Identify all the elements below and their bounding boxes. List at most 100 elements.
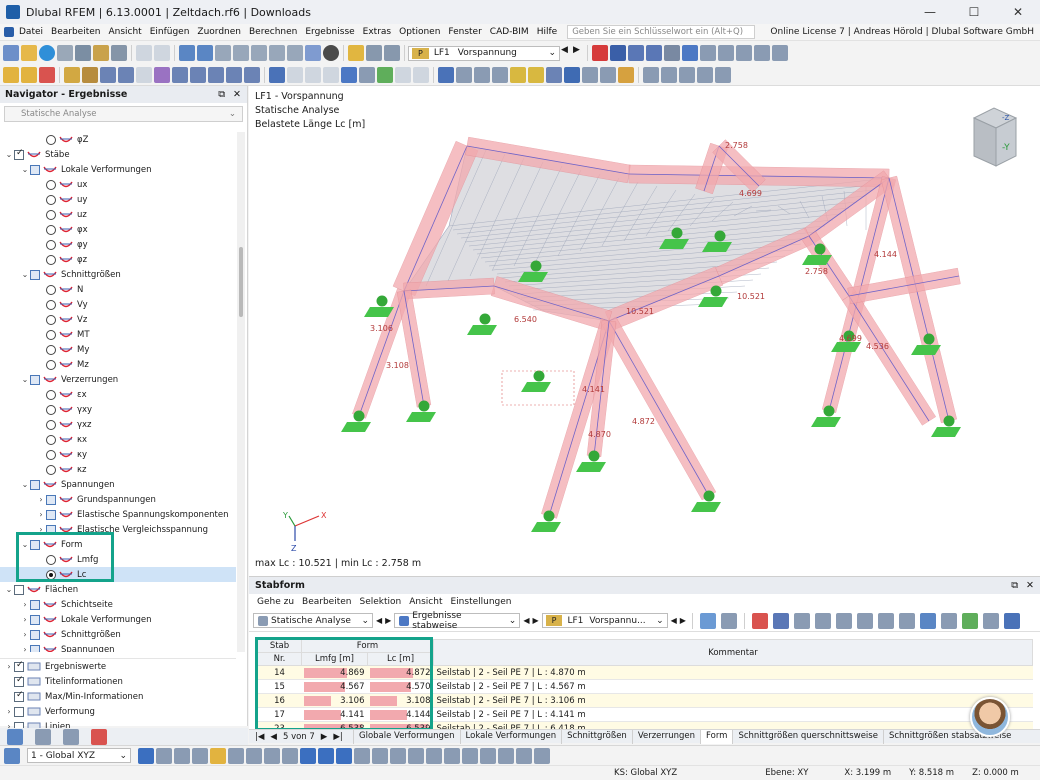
checkbox[interactable]	[30, 269, 40, 280]
tree-node-y[interactable]: κy	[0, 447, 236, 462]
calc-icon[interactable]	[251, 45, 267, 61]
snap16-icon[interactable]	[408, 747, 424, 764]
node-icon[interactable]	[21, 66, 37, 83]
snap19-icon[interactable]	[462, 747, 478, 764]
tree-node-schnittgro-en[interactable]: ⌄ Schnittgrößen	[0, 267, 236, 282]
expand-icon[interactable]: ›	[36, 495, 46, 504]
show-results-icon[interactable]	[610, 45, 626, 61]
snap21-icon[interactable]	[498, 747, 514, 764]
render3-icon[interactable]	[582, 66, 598, 83]
menu-ergebnisse[interactable]: Ergebnisse	[301, 27, 358, 37]
sort3-icon[interactable]	[856, 612, 873, 629]
cloud-icon[interactable]	[39, 45, 55, 61]
snap15-icon[interactable]	[390, 747, 406, 764]
tree-node-xz[interactable]: γxz	[0, 417, 236, 432]
snap18-icon[interactable]	[444, 747, 460, 764]
tree-node-lokale-verformungen[interactable]: ⌄ Lokale Verformungen	[0, 162, 236, 177]
radio-button[interactable]	[46, 209, 56, 220]
next-icon[interactable]: ▶	[680, 616, 686, 625]
tab-globale-verformungen[interactable]: Globale Verformungen	[353, 729, 460, 744]
radio-button[interactable]	[46, 254, 56, 265]
results-menu-ansicht[interactable]: Ansicht	[405, 597, 446, 607]
tree-node-grundspannungen[interactable]: › Grundspannungen	[0, 492, 236, 507]
display6-icon[interactable]	[772, 45, 788, 61]
values2-icon[interactable]	[646, 45, 662, 61]
prev-icon[interactable]: ◀	[523, 616, 529, 625]
maximize-button[interactable]: ☐	[952, 0, 996, 24]
snap20-icon[interactable]	[480, 747, 496, 764]
grid-icon[interactable]	[269, 45, 285, 61]
move-tool-icon[interactable]	[244, 66, 260, 83]
scale3-icon[interactable]	[492, 66, 508, 83]
copy-tool-icon[interactable]	[226, 66, 242, 83]
tree-node-x[interactable]: φx	[0, 222, 236, 237]
menu-fenster[interactable]: Fenster	[444, 27, 485, 37]
tree-node-lokale-verformungen[interactable]: › Lokale Verformungen	[0, 612, 236, 627]
jump-icon[interactable]	[720, 612, 737, 629]
expand-icon[interactable]: ⌄	[20, 270, 30, 279]
tree-node-fla-chen[interactable]: ⌄ Flächen	[0, 582, 236, 597]
navigator-analysis-combo[interactable]: Statische Analyse ⌄	[4, 106, 243, 122]
checkbox[interactable]	[14, 675, 24, 687]
menu-einfuegen[interactable]: Einfügen	[146, 27, 194, 37]
coordinate-system-combo[interactable]: 1 - Global XYZ ⌄	[27, 748, 131, 763]
redo-icon[interactable]	[154, 45, 170, 61]
tree-node-vz[interactable]: Vz	[0, 312, 236, 327]
tree-node-my[interactable]: My	[0, 342, 236, 357]
result-mode-combo[interactable]: Ergebnisse stabweise ⌄	[394, 611, 521, 631]
chart-icon[interactable]	[877, 612, 894, 629]
menu-berechnen[interactable]: Berechnen	[245, 27, 301, 37]
tab-schnittgro-en[interactable]: Schnittgrößen	[561, 729, 632, 744]
radio-button[interactable]	[46, 284, 56, 295]
select-in-view-icon[interactable]	[699, 612, 716, 629]
snap14-icon[interactable]	[372, 747, 388, 764]
line-view2-icon[interactable]	[413, 66, 429, 83]
assistant-avatar[interactable]	[970, 697, 1010, 737]
table-view-icon[interactable]	[643, 66, 659, 83]
results-loadcase-combo[interactable]: P LF1 Vorspannu... ⌄	[541, 613, 668, 628]
checkbox[interactable]	[30, 164, 40, 175]
results-menu-einstellungen[interactable]: Einstellungen	[446, 597, 515, 607]
clip3-icon[interactable]	[323, 66, 339, 83]
checkbox[interactable]	[30, 374, 40, 385]
expand-icon[interactable]: ›	[20, 630, 30, 639]
checkbox[interactable]	[14, 148, 24, 160]
print-icon[interactable]	[57, 45, 73, 61]
tree-node-mz[interactable]: Mz	[0, 357, 236, 372]
views-tab-icon[interactable]	[63, 729, 79, 745]
filter2-icon[interactable]	[438, 66, 454, 83]
tree-node-x[interactable]: εx	[0, 387, 236, 402]
navigator-scrollbar[interactable]	[237, 132, 245, 652]
snap6-icon[interactable]	[228, 747, 244, 764]
radio-button[interactable]	[46, 299, 56, 310]
close-icon[interactable]: ✕	[1026, 580, 1034, 591]
prev-icon[interactable]: ◀	[376, 616, 382, 625]
results3-icon[interactable]	[664, 45, 680, 61]
expand-icon[interactable]: ⌄	[20, 165, 30, 174]
radio-button[interactable]	[46, 239, 56, 250]
iso-icon[interactable]	[510, 66, 526, 83]
coord-icon[interactable]	[4, 747, 20, 764]
close-icon[interactable]: ✕	[233, 89, 241, 100]
render4-icon[interactable]	[600, 66, 616, 83]
tree-node-n[interactable]: N	[0, 282, 236, 297]
deformation-icon[interactable]	[341, 66, 357, 83]
tab-form[interactable]: Form	[700, 729, 733, 744]
tree-node-xy[interactable]: γxy	[0, 402, 236, 417]
display-option-ergebniswerte[interactable]: › Ergebniswerte	[0, 659, 236, 674]
expand-icon[interactable]: ⌄	[4, 585, 14, 594]
checkbox[interactable]	[14, 690, 24, 702]
radio-button[interactable]	[46, 404, 56, 415]
snap9-icon[interactable]	[282, 747, 298, 764]
snap13-icon[interactable]	[354, 747, 370, 764]
checkbox[interactable]	[46, 494, 56, 505]
display-tab-icon[interactable]	[35, 729, 51, 745]
print2-icon[interactable]	[366, 45, 382, 61]
filter-icon[interactable]	[1003, 612, 1020, 629]
checkbox[interactable]	[30, 644, 40, 652]
tool-icon[interactable]	[233, 45, 249, 61]
export-icon[interactable]	[961, 612, 978, 629]
tree-node-uy[interactable]: uy	[0, 192, 236, 207]
radio-button[interactable]	[46, 344, 56, 355]
radio-button[interactable]	[46, 179, 56, 190]
